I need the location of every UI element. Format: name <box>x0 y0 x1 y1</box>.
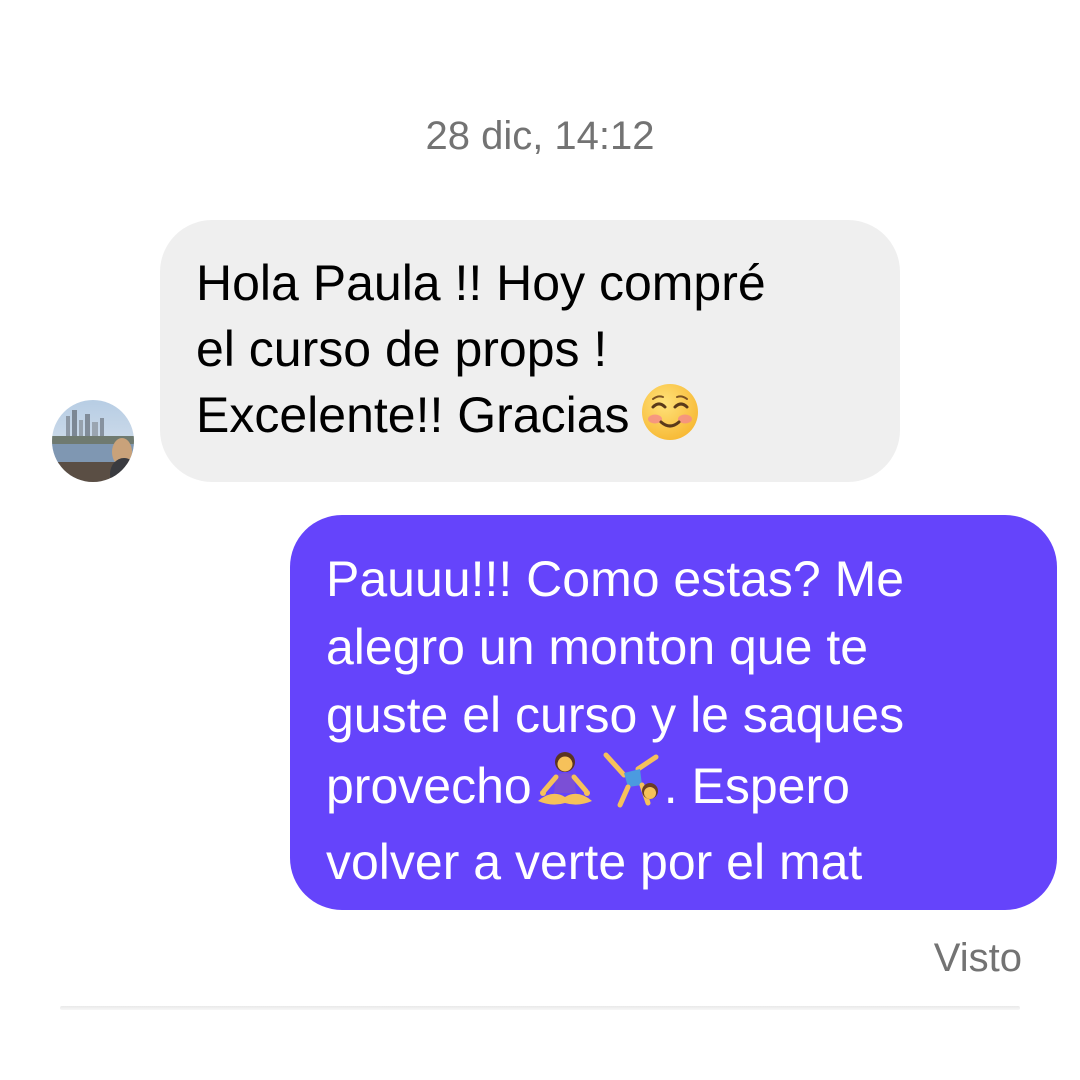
incoming-message-row: Hola Paula !! Hoy compré el curso de pro… <box>0 220 1080 482</box>
smiling-face-emoji-icon <box>640 382 700 458</box>
outgoing-message-line: alegro un monton que te <box>326 619 869 675</box>
incoming-message-line-wrapper: Excelente!! Gracias <box>196 382 864 458</box>
outgoing-message-bubble[interactable]: Pauuu!!! Como estas? Me alegro un monton… <box>290 515 1057 910</box>
outgoing-message-line: volver a verte por el mat <box>326 834 863 890</box>
message-timestamp: 28 dic, 14:12 <box>425 114 655 158</box>
composer-divider <box>60 1006 1020 1010</box>
avatar[interactable] <box>52 400 134 482</box>
outgoing-message-line: Pauuu!!! Como estas? Me <box>326 551 905 607</box>
outgoing-message-line: . Espero <box>663 758 850 814</box>
incoming-message-bubble[interactable]: Hola Paula !! Hoy compré el curso de pro… <box>160 220 900 482</box>
seen-status: Visto <box>933 936 1022 980</box>
outgoing-message-line: guste el curso y le saques <box>326 687 905 743</box>
outgoing-message-line-wrapper: provecho . Espero <box>326 749 1021 828</box>
outgoing-message-line: provecho <box>326 758 532 814</box>
incoming-message-line: Excelente!! Gracias <box>196 387 630 443</box>
incoming-message-line: Hola Paula !! Hoy compré <box>196 255 766 311</box>
woman-in-lotus-position-emoji-icon <box>532 751 598 828</box>
incoming-message-line: el curso de props ! <box>196 321 608 377</box>
person-cartwheeling-emoji-icon <box>598 749 664 828</box>
